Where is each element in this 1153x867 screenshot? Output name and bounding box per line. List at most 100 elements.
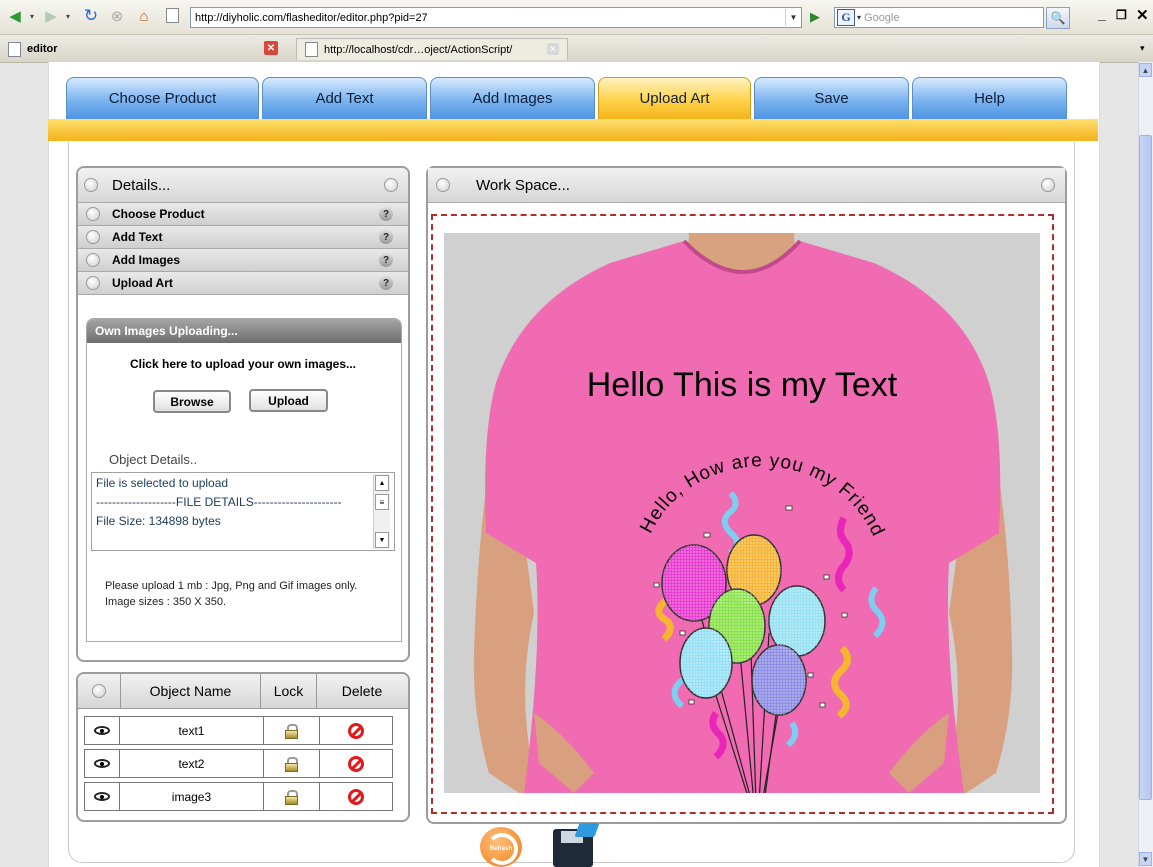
stop-icon[interactable]: ⊗: [106, 6, 128, 26]
eye-icon[interactable]: [93, 726, 110, 735]
lock-cell[interactable]: [264, 750, 320, 777]
workspace-panel-title: Work Space...: [476, 176, 570, 194]
object-details-label: Object Details..: [109, 452, 198, 467]
nav-tab-help[interactable]: Help: [912, 77, 1067, 119]
upload-instruction: Click here to upload your own images...: [129, 357, 357, 371]
back-icon[interactable]: ◀: [4, 6, 26, 26]
accordion-label: Upload Art: [112, 276, 173, 290]
lock-icon[interactable]: [285, 789, 299, 805]
forward-icon[interactable]: ▶: [40, 6, 62, 26]
nav-underline-band: [48, 119, 1098, 141]
scroll-thumb[interactable]: ≡: [375, 494, 389, 510]
nav-tab-add-text[interactable]: Add Text: [262, 77, 427, 119]
header-radio-cell: [78, 674, 121, 708]
page-icon: [166, 8, 179, 24]
save-disk-icon[interactable]: [551, 823, 600, 867]
upload-note-line: Image sizes : 350 X 350.: [105, 596, 227, 608]
accordion-radio-icon: [86, 230, 100, 244]
refresh-icon-label: Refresh: [489, 846, 513, 852]
details-line: File is selected to upload: [96, 476, 229, 490]
close-tab-icon[interactable]: ✕: [547, 43, 559, 55]
visibility-cell[interactable]: [85, 750, 120, 777]
nav-tab-upload-art[interactable]: Upload Art: [598, 77, 751, 119]
panel-radio-icon[interactable]: [1041, 178, 1055, 192]
close-window-icon[interactable]: ✕: [1136, 6, 1149, 24]
search-input[interactable]: G ▾ Google: [834, 7, 1044, 28]
panel-radio-icon[interactable]: [84, 178, 98, 192]
upload-subpanel-header: Own Images Uploading...: [87, 319, 401, 343]
delete-icon[interactable]: [347, 722, 364, 739]
visibility-cell[interactable]: [85, 717, 120, 744]
panel-radio-icon[interactable]: [384, 178, 398, 192]
details-panel-header: Details...: [78, 168, 408, 203]
lock-cell[interactable]: [264, 783, 320, 810]
upload-button[interactable]: Upload: [249, 389, 328, 412]
delete-cell[interactable]: [320, 717, 392, 744]
search-icon[interactable]: 🔍: [1046, 7, 1070, 29]
scroll-up-icon[interactable]: ▲: [375, 475, 389, 491]
browser-tab-label: http://localhost/cdr…oject/ActionScript/: [324, 43, 513, 56]
accordion-choose-product[interactable]: Choose Product ?: [78, 203, 408, 226]
accordion-add-text[interactable]: Add Text ?: [78, 226, 408, 249]
design-canvas[interactable]: Hello This is my Text Hello, How are you…: [444, 233, 1040, 793]
delete-cell[interactable]: [320, 783, 392, 810]
reload-icon[interactable]: ↻: [80, 6, 102, 26]
delete-icon[interactable]: [347, 788, 364, 805]
go-icon[interactable]: ▶: [806, 8, 824, 26]
browser-tab-editor[interactable]: editor ✕: [8, 37, 288, 61]
header-delete: Delete: [341, 683, 383, 699]
close-tab-icon[interactable]: ✕: [264, 41, 278, 55]
table-row[interactable]: text1: [84, 716, 393, 745]
delete-cell[interactable]: [320, 750, 392, 777]
lock-icon[interactable]: [285, 723, 299, 739]
forward-dropdown-icon[interactable]: ▾: [62, 6, 74, 26]
tab-list-dropdown-icon[interactable]: ▾: [1140, 43, 1145, 54]
home-icon[interactable]: ⌂: [133, 6, 155, 26]
browse-button[interactable]: Browse: [153, 390, 231, 413]
panel-radio-icon[interactable]: [92, 684, 106, 698]
search-engine-dropdown-icon[interactable]: ▾: [857, 13, 861, 22]
details-panel-title: Details...: [112, 176, 171, 194]
header-lock: Lock: [261, 674, 317, 708]
page-icon: [8, 41, 21, 57]
lock-icon[interactable]: [285, 756, 299, 772]
help-icon[interactable]: ?: [379, 230, 393, 244]
panel-radio-icon[interactable]: [436, 178, 450, 192]
object-name: text2: [120, 750, 265, 777]
lock-cell[interactable]: [264, 717, 320, 744]
headline-text[interactable]: Hello This is my Text: [587, 366, 898, 404]
scroll-down-icon[interactable]: ▼: [375, 532, 389, 548]
help-icon[interactable]: ?: [379, 253, 393, 267]
help-icon[interactable]: ?: [379, 207, 393, 221]
details-line: File Size: 134898 bytes: [96, 514, 221, 528]
google-icon[interactable]: G: [837, 9, 855, 26]
nav-tab-add-images[interactable]: Add Images: [430, 77, 595, 119]
nav-tab-choose-product[interactable]: Choose Product: [66, 77, 259, 119]
delete-icon[interactable]: [347, 755, 364, 772]
main-nav: Choose Product Add Text Add Images Uploa…: [66, 77, 1067, 119]
browser-tab-localhost[interactable]: http://localhost/cdr…oject/ActionScript/…: [296, 38, 568, 60]
upload-note: Please upload 1 mb : Jpg, Png and Gif im…: [105, 578, 357, 610]
table-row[interactable]: image3: [84, 782, 393, 811]
accordion-add-images[interactable]: Add Images ?: [78, 249, 408, 272]
table-row[interactable]: text2: [84, 749, 393, 778]
eye-icon[interactable]: [93, 792, 110, 801]
textarea-scrollbar[interactable]: ▲ ≡ ▼: [373, 474, 390, 549]
scroll-down-icon[interactable]: ▼: [1139, 852, 1152, 866]
restore-icon[interactable]: ❐: [1116, 8, 1127, 22]
back-dropdown-icon[interactable]: ▾: [26, 6, 38, 26]
scrollbar-thumb[interactable]: [1139, 135, 1152, 800]
eye-icon[interactable]: [93, 759, 110, 768]
visibility-cell[interactable]: [85, 783, 120, 810]
accordion-upload-art[interactable]: Upload Art ?: [78, 272, 408, 295]
nav-tab-save[interactable]: Save: [754, 77, 909, 119]
file-details-textarea[interactable]: File is selected to upload -------------…: [91, 472, 395, 551]
minimize-icon[interactable]: _: [1098, 6, 1106, 22]
browser-toolbar: ◀ ▾ ▶ ▾ ↻ ⊗ ⌂ http://diyholic.com/flashe…: [0, 0, 1153, 35]
url-bar[interactable]: http://diyholic.com/flasheditor/editor.p…: [190, 7, 802, 28]
refresh-icon[interactable]: Refresh: [480, 827, 522, 867]
url-dropdown-icon[interactable]: ▼: [785, 9, 801, 26]
tshirt-preview: Hello This is my Text Hello, How are you…: [473, 233, 1013, 793]
scroll-up-icon[interactable]: ▲: [1139, 63, 1152, 77]
help-icon[interactable]: ?: [379, 276, 393, 290]
